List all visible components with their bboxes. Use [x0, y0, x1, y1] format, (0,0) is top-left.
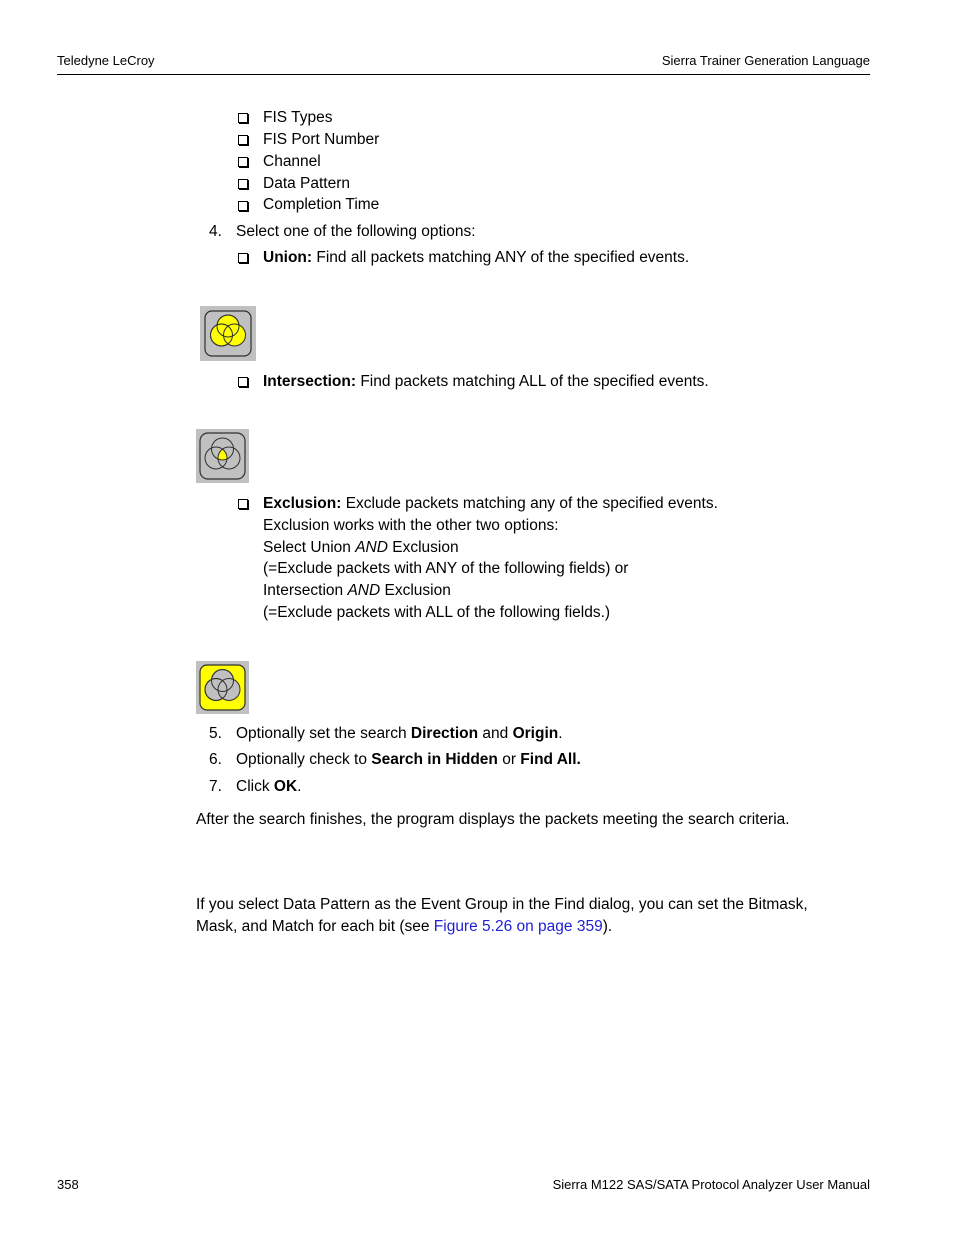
data-pattern-paragraph-line-2: Mask, and Match for each bit (see Figure…: [196, 916, 612, 938]
header-divider: [57, 74, 870, 75]
text-segment: and: [478, 725, 513, 742]
emphasis-and: AND: [355, 539, 388, 556]
step-number: 7.: [209, 778, 222, 795]
venn-union-icon: [200, 306, 256, 361]
exclusion-line-6: (=Exclude packets with ALL of the follow…: [263, 604, 611, 621]
text-segment: Exclusion: [380, 582, 451, 599]
exclusion-label: Exclusion:: [263, 495, 342, 512]
list-item: FIS Port Number: [263, 131, 380, 148]
data-pattern-paragraph-line-1: If you select Data Pattern as the Event …: [196, 896, 808, 913]
ui-term-ok: OK: [273, 778, 298, 795]
checkbox-bullet-icon: [238, 253, 248, 263]
exclusion-line-1: Exclusion: Exclude packets matching any …: [263, 493, 718, 515]
after-search-paragraph: After the search finishes, the program d…: [196, 811, 790, 828]
header-chapter-title: Sierra Trainer Generation Language: [661, 53, 870, 68]
step-text: Click OK.: [236, 776, 301, 798]
text-segment: ).: [602, 918, 613, 935]
step-text: Select one of the following options:: [236, 223, 476, 240]
text-segment: Select Union: [263, 539, 356, 556]
ui-term-find-all: Find All.: [520, 751, 581, 768]
ui-term-origin: Origin: [512, 725, 559, 742]
checkbox-bullet-icon: [238, 201, 248, 211]
emphasis-and: AND: [347, 582, 381, 599]
header-company: Teledyne LeCroy: [57, 53, 155, 68]
venn-exclusion-icon: [196, 661, 249, 714]
exclusion-line-3: Select Union AND Exclusion: [263, 537, 459, 559]
text-segment: Click: [236, 778, 274, 795]
text-segment: .: [558, 725, 563, 742]
text-segment: Mask, and Match for each bit (see: [196, 918, 434, 935]
step-number: 5.: [209, 725, 222, 742]
exclusion-line-5: Intersection AND Exclusion: [263, 580, 451, 602]
checkbox-bullet-icon: [238, 135, 248, 145]
text-segment: Exclusion: [387, 539, 459, 556]
checkbox-bullet-icon: [238, 377, 248, 387]
text-segment: .: [297, 778, 302, 795]
venn-intersection-icon: [196, 429, 249, 483]
exclusion-line-4: (=Exclude packets with ANY of the follow…: [263, 560, 629, 577]
checkbox-bullet-icon: [238, 113, 248, 123]
text-segment: Optionally check to: [236, 751, 372, 768]
checkbox-bullet-icon: [238, 157, 248, 167]
step-number: 6.: [209, 751, 222, 768]
exclusion-line-2: Exclusion works with the other two optio…: [263, 517, 559, 534]
union-label: Union:: [263, 249, 313, 266]
list-item: Channel: [263, 153, 321, 170]
footer-manual-title: Sierra M122 SAS/SATA Protocol Analyzer U…: [552, 1177, 870, 1192]
text-segment: or: [497, 751, 521, 768]
list-item: Data Pattern: [263, 175, 351, 192]
exclusion-description: Exclude packets matching any of the spec…: [341, 495, 718, 512]
step-number: 4.: [209, 223, 222, 240]
intersection-option: Intersection: Find packets matching ALL …: [263, 371, 709, 393]
intersection-label: Intersection:: [263, 373, 357, 390]
intersection-description: Find packets matching ALL of the specifi…: [356, 373, 709, 390]
step-text: Optionally set the search Direction and …: [236, 723, 563, 745]
text-segment: Optionally set the search: [236, 725, 411, 742]
list-item: Completion Time: [263, 196, 380, 213]
step-text: Optionally check to Search in Hidden or …: [236, 749, 581, 771]
text-segment: Intersection: [263, 582, 348, 599]
ui-term-direction: Direction: [410, 725, 479, 742]
list-item: FIS Types: [263, 109, 333, 126]
checkbox-bullet-icon: [238, 499, 248, 509]
checkbox-bullet-icon: [238, 179, 248, 189]
union-description: Find all packets matching ANY of the spe…: [312, 249, 690, 266]
page-number: 358: [57, 1177, 79, 1192]
union-option: Union: Find all packets matching ANY of …: [263, 247, 689, 269]
ui-term-search-in-hidden: Search in Hidden: [371, 751, 498, 768]
figure-reference-link[interactable]: Figure 5.26 on page 359: [434, 918, 603, 935]
